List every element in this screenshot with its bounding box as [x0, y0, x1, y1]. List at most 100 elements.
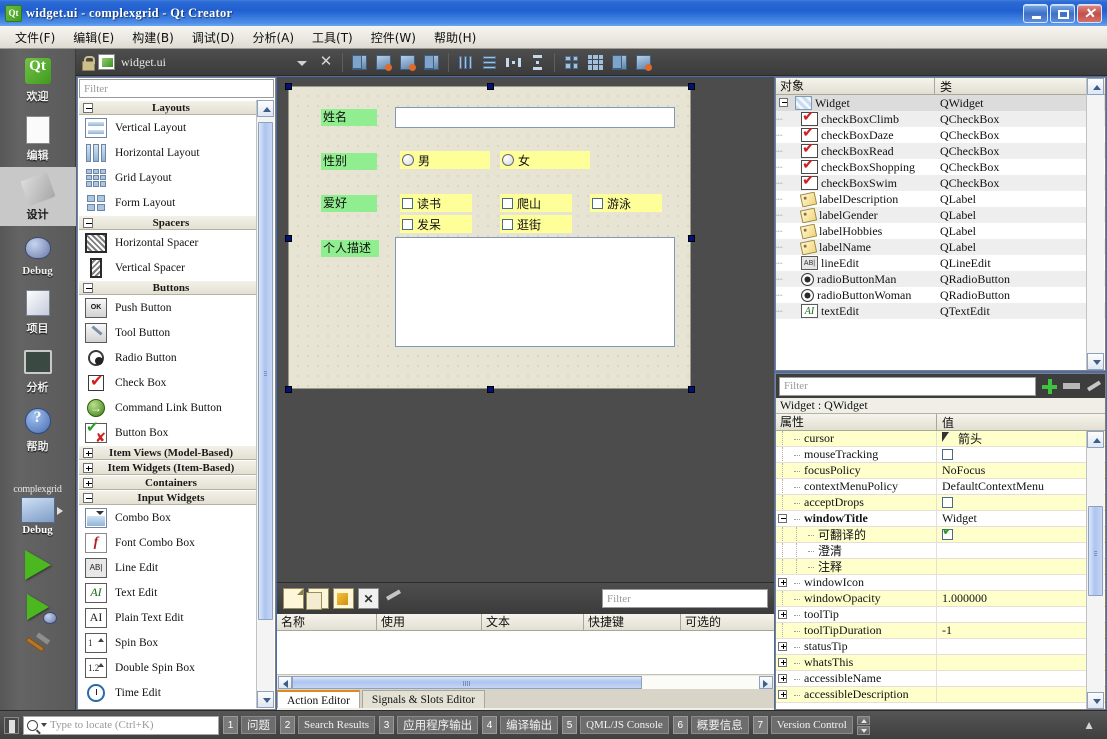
menu-analyze[interactable]: 分析(A): [243, 26, 303, 49]
widget-box-scrollbar[interactable]: [256, 100, 274, 708]
object-row[interactable]: ┈ checkBoxDaze QCheckBox: [776, 127, 1105, 143]
widget-item-horizontal-spacer[interactable]: Horizontal Spacer: [79, 230, 257, 255]
scrollbar-thumb[interactable]: [292, 675, 643, 689]
widget-item-spin-box[interactable]: 1 Spin Box: [79, 630, 257, 655]
kit-selector[interactable]: complexgrid Debug: [0, 484, 76, 536]
form-checkbox-swim[interactable]: 游泳: [590, 194, 662, 212]
property-row-accessibleDescription[interactable]: accessibleDescription: [776, 687, 1105, 703]
output-pane-qml-js-console[interactable]: 5 QML/JS Console: [562, 716, 669, 734]
form-text-edit[interactable]: [395, 237, 675, 347]
object-row[interactable]: ┈ labelHobbies QLabel: [776, 223, 1105, 239]
property-row-translatable[interactable]: 可翻译的: [776, 527, 1105, 543]
expand-icon[interactable]: [776, 607, 790, 622]
open-document-selector[interactable]: widget.ui: [118, 52, 313, 73]
property-row-cursor[interactable]: cursor 箭头: [776, 431, 1105, 447]
property-row-windowIcon[interactable]: windowIcon: [776, 575, 1105, 591]
property-checkbox[interactable]: [942, 449, 953, 460]
break-layout-icon[interactable]: [609, 52, 630, 73]
object-inspector-scrollbar[interactable]: [1086, 78, 1104, 370]
mode-projects[interactable]: 项目: [0, 281, 76, 340]
maximize-button[interactable]: [1050, 3, 1075, 23]
property-row-windowOpacity[interactable]: windowOpacity 1.000000: [776, 591, 1105, 607]
widget-category-layouts[interactable]: Layouts: [79, 100, 257, 115]
output-pane-spinner-icon[interactable]: [856, 715, 870, 735]
mode-design[interactable]: 设计: [0, 167, 76, 226]
delete-action-icon[interactable]: ✕: [358, 588, 379, 609]
remove-property-icon[interactable]: [1063, 383, 1080, 389]
mode-debug[interactable]: Debug: [0, 226, 76, 281]
property-row-mouseTracking[interactable]: mouseTracking: [776, 447, 1105, 463]
form-line-edit[interactable]: [395, 107, 675, 128]
collapse-icon[interactable]: [776, 511, 790, 526]
menu-help[interactable]: 帮助(H): [425, 26, 485, 49]
form-checkbox-climb[interactable]: 爬山: [500, 194, 572, 212]
property-row-comment[interactable]: 注释: [776, 559, 1105, 575]
property-row-windowTitle[interactable]: windowTitle Widget: [776, 511, 1105, 527]
expand-icon[interactable]: [776, 575, 790, 590]
layout-vertically-icon[interactable]: [479, 52, 500, 73]
widget-item-radio-button[interactable]: Radio Button: [79, 345, 257, 370]
form-label-hobbies[interactable]: 爱好: [321, 195, 377, 212]
edit-widgets-icon[interactable]: [349, 52, 370, 73]
property-row-focusPolicy[interactable]: focusPolicy NoFocus: [776, 463, 1105, 479]
run-button[interactable]: [24, 550, 51, 580]
object-row[interactable]: ┈ labelDescription QLabel: [776, 191, 1105, 207]
widget-item-tool-button[interactable]: Tool Button: [79, 320, 257, 345]
edit-signals-slots-icon[interactable]: [373, 52, 394, 73]
layout-in-form-icon[interactable]: [561, 52, 582, 73]
widget-item-date-edit[interactable]: Date Edit: [79, 705, 257, 708]
widget-category-spacers[interactable]: Spacers: [79, 215, 257, 230]
layout-in-splitter-v-icon[interactable]: [527, 52, 548, 73]
selection-handle[interactable]: [487, 386, 494, 393]
adjust-size-icon[interactable]: [633, 52, 654, 73]
locator-input[interactable]: Type to locate (Ctrl+K): [23, 715, 219, 735]
scroll-up-icon[interactable]: [1087, 78, 1104, 95]
form-label-name[interactable]: 姓名: [321, 109, 377, 126]
collapse-icon[interactable]: [83, 492, 93, 503]
menu-tools[interactable]: 工具(T): [303, 26, 362, 49]
widget-category-buttons[interactable]: Buttons: [79, 280, 257, 295]
tab-signals-slots-editor[interactable]: Signals & Slots Editor: [361, 690, 486, 708]
edit-buddies-icon[interactable]: [397, 52, 418, 73]
property-row-whatsThis[interactable]: whatsThis: [776, 655, 1105, 671]
selection-handle[interactable]: [487, 83, 494, 90]
configure-icon[interactable]: [1085, 378, 1102, 395]
menu-build[interactable]: 构建(B): [123, 26, 183, 49]
property-editor-scrollbar[interactable]: [1086, 431, 1104, 709]
output-pane-compile-output[interactable]: 4 编译输出: [482, 716, 559, 734]
property-row-toolTipDuration[interactable]: toolTipDuration -1: [776, 623, 1105, 639]
object-row[interactable]: ┈ labelName QLabel: [776, 239, 1105, 255]
output-pane-search-results[interactable]: 2 Search Results: [280, 716, 376, 734]
widget-category-item-views[interactable]: Item Views (Model-Based): [79, 445, 257, 460]
widget-category-input-widgets[interactable]: Input Widgets: [79, 490, 257, 505]
mode-welcome[interactable]: Qt 欢迎: [0, 49, 76, 108]
output-pane-general-messages[interactable]: 6 概要信息: [672, 716, 749, 734]
expand-icon[interactable]: [83, 447, 93, 458]
configure-action-icon[interactable]: [383, 588, 404, 609]
widget-item-vertical-spacer[interactable]: Vertical Spacer: [79, 255, 257, 280]
selection-handle[interactable]: [688, 386, 695, 393]
scroll-left-icon[interactable]: [278, 675, 292, 689]
object-row[interactable]: ┈ checkBoxSwim QCheckBox: [776, 175, 1105, 191]
build-button[interactable]: [23, 631, 53, 660]
property-row-disambiguation[interactable]: 澄清: [776, 543, 1105, 559]
new-action-icon[interactable]: [283, 588, 304, 609]
expand-icon[interactable]: [776, 671, 790, 686]
form-label-gender[interactable]: 性别: [321, 153, 377, 170]
mode-help[interactable]: ? 帮助: [0, 399, 76, 458]
widget-item-font-combo-box[interactable]: f Font Combo Box: [79, 530, 257, 555]
selection-handle[interactable]: [285, 83, 292, 90]
form-label-description[interactable]: 个人描述: [321, 240, 379, 257]
widget-item-time-edit[interactable]: Time Edit: [79, 680, 257, 705]
menu-debug[interactable]: 调试(D): [183, 26, 244, 49]
add-property-icon[interactable]: [1041, 378, 1058, 395]
widget-category-containers[interactable]: Containers: [79, 475, 257, 490]
widget-item-command-link-button[interactable]: → Command Link Button: [79, 395, 257, 420]
expand-icon[interactable]: [83, 462, 93, 473]
close-button[interactable]: ✕: [1077, 3, 1102, 23]
selection-handle[interactable]: [285, 386, 292, 393]
widget-item-plain-text-edit[interactable]: AI Plain Text Edit: [79, 605, 257, 630]
start-debugging-button[interactable]: [26, 594, 57, 624]
widget-item-form-layout[interactable]: Form Layout: [79, 190, 257, 215]
object-row[interactable]: ┈ AB| lineEdit QLineEdit: [776, 255, 1105, 271]
